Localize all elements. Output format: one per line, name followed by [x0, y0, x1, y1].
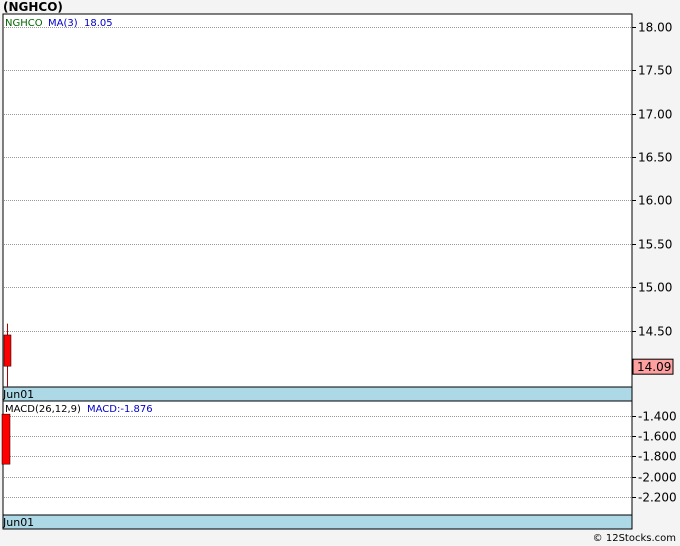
chart-canvas: 18.00 17.50 17.00 16.50 16.00 15.50 15.00 14.50… — [1, 13, 677, 530]
macd-tick-label: -2.200 — [638, 491, 677, 505]
price-panel — [2, 13, 633, 388]
macd-legend-label: MACD(26,12,9) — [5, 404, 81, 415]
legend-ma-label: MA(3) — [48, 18, 78, 29]
macd-bar — [1, 413, 11, 465]
price-tick-label: 14.50 — [638, 325, 672, 339]
macd-panel — [2, 400, 633, 516]
macd-tick-label: -2.000 — [638, 471, 677, 485]
macd-x-label: Jun01 — [2, 516, 34, 529]
legend-ma-value: 18.05 — [84, 18, 113, 29]
price-tick-label: 16.00 — [638, 194, 672, 208]
price-x-label: Jun01 — [2, 388, 34, 401]
price-tick-label: 17.50 — [638, 64, 672, 78]
macd-tick-label: -1.400 — [638, 410, 677, 424]
candle-body — [3, 334, 12, 367]
price-tick-label: 18.00 — [638, 21, 672, 35]
price-date-strip — [2, 386, 633, 402]
macd-date-strip — [2, 514, 633, 530]
last-price-label: 14.09 — [637, 360, 671, 374]
macd-tick-label: -1.800 — [638, 450, 677, 464]
price-tick-label: 17.00 — [638, 108, 672, 122]
legend-symbol: NGHCO — [5, 18, 43, 29]
macd-tick-label: -1.600 — [638, 430, 677, 444]
stock-chart: (NGHCO) 18.00 17.50 17.00 16.50 16.00 15.50 15… — [0, 0, 680, 546]
macd-legend-value: MACD:-1.876 — [87, 404, 153, 415]
price-tick-label: 16.50 — [638, 151, 672, 165]
price-tick-label: 15.50 — [638, 238, 672, 252]
price-tick-label: 15.00 — [638, 281, 672, 295]
footer-credit: © 12Stocks.com — [592, 533, 676, 544]
